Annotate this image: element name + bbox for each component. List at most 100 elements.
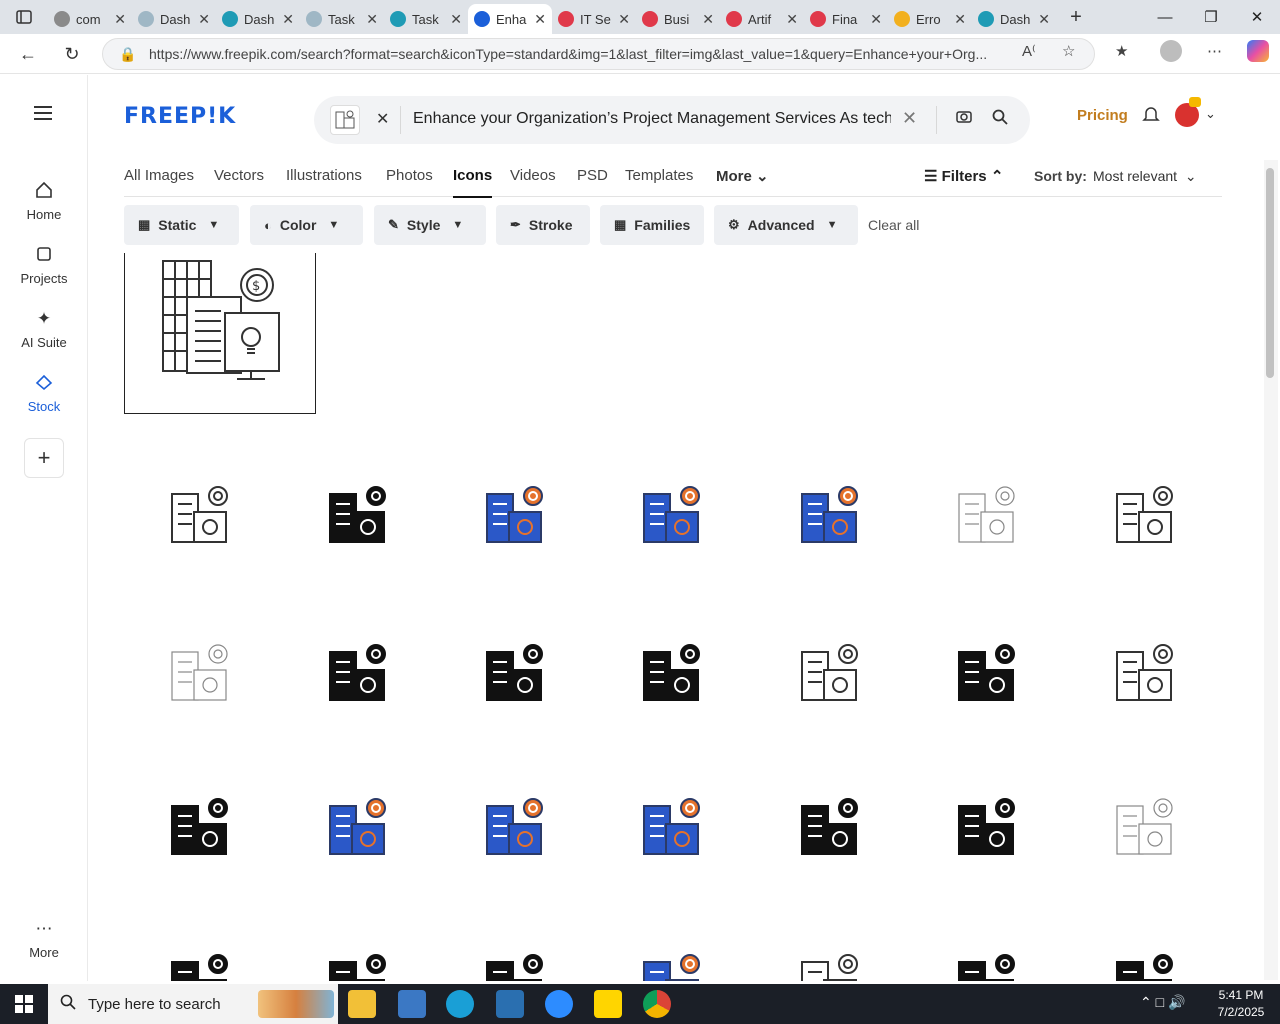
remove-image-icon[interactable]: ✕: [376, 109, 389, 129]
tab-close-icon[interactable]: ✕: [366, 11, 378, 28]
tab-vectors[interactable]: Vectors: [214, 167, 264, 184]
icon-result-card[interactable]: [126, 913, 276, 981]
file-explorer-app-icon[interactable]: [348, 990, 376, 1018]
icon-result-card[interactable]: [598, 913, 748, 981]
chip-families[interactable]: ▦ Families: [600, 205, 704, 245]
browser-tab[interactable]: Dash ✕: [216, 4, 300, 34]
browser-tab[interactable]: IT Se ✕: [552, 4, 636, 34]
filters-button[interactable]: ☰ Filters ⌃: [924, 167, 1003, 185]
sort-dropdown[interactable]: Most relevant ⌄: [1093, 168, 1197, 185]
notification-bell-icon[interactable]: [1142, 105, 1160, 128]
icon-result-card[interactable]: [756, 757, 906, 897]
icon-result-card[interactable]: [1071, 913, 1221, 981]
icon-result-card[interactable]: [441, 603, 591, 743]
tab-illustrations[interactable]: Illustrations: [286, 167, 362, 184]
minimize-button[interactable]: —: [1142, 0, 1188, 34]
snipping-tool-app-icon[interactable]: [398, 990, 426, 1018]
sticky-notes-app-icon[interactable]: [594, 990, 622, 1018]
icon-result-card[interactable]: [126, 445, 276, 585]
back-button[interactable]: ←: [14, 40, 42, 68]
icon-result-card[interactable]: [913, 757, 1063, 897]
browser-tab[interactable]: Erro ✕: [888, 4, 972, 34]
tab-more[interactable]: More ⌄: [716, 167, 769, 185]
search-image-thumbnail[interactable]: [330, 105, 360, 135]
add-button[interactable]: +: [24, 438, 64, 478]
taskbar-search[interactable]: Type here to search: [48, 984, 338, 1024]
close-window-button[interactable]: ✕: [1234, 0, 1280, 34]
icon-result-card[interactable]: [756, 445, 906, 585]
sidebar-item-home[interactable]: Home: [0, 181, 88, 222]
tab-close-icon[interactable]: ✕: [114, 11, 126, 28]
browser-tab[interactable]: Task ✕: [300, 4, 384, 34]
scrollbar-thumb[interactable]: [1266, 168, 1274, 378]
search-bar[interactable]: ✕ Enhance your Organization’s Project Ma…: [314, 96, 1030, 144]
tab-close-icon[interactable]: ✕: [282, 11, 294, 28]
icon-result-card[interactable]: [441, 913, 591, 981]
tab-close-icon[interactable]: ✕: [954, 11, 966, 28]
icon-result-card[interactable]: [284, 445, 434, 585]
chrome-app-icon[interactable]: [643, 990, 671, 1018]
browser-tab[interactable]: Fina ✕: [804, 4, 888, 34]
read-aloud-icon[interactable]: A⁽: [1022, 42, 1036, 60]
tab-close-icon[interactable]: ✕: [702, 11, 714, 28]
refresh-button[interactable]: ↻: [58, 40, 86, 68]
settings-menu-icon[interactable]: ⋯: [1207, 42, 1222, 60]
sidebar-item-stock[interactable]: Stock: [0, 373, 88, 414]
hamburger-menu-icon[interactable]: [34, 105, 54, 126]
icon-result-card[interactable]: [284, 913, 434, 981]
tab-close-icon[interactable]: ✕: [450, 11, 462, 28]
favorite-star-icon[interactable]: ☆: [1062, 42, 1075, 60]
tab-psd[interactable]: PSD: [577, 167, 608, 184]
icon-result-card[interactable]: [913, 913, 1063, 981]
url-field[interactable]: 🔒 https://www.freepik.com/search?format=…: [102, 38, 1095, 70]
browser-tab[interactable]: Enha ✕: [468, 4, 552, 34]
icon-result-card[interactable]: [598, 603, 748, 743]
icon-result-card[interactable]: [441, 757, 591, 897]
taskbar-clock[interactable]: 5:41 PM 7/2/2025: [1210, 987, 1272, 1021]
clear-all-link[interactable]: Clear all: [868, 217, 919, 233]
tab-close-icon[interactable]: ✕: [618, 11, 630, 28]
tab-close-icon[interactable]: ✕: [1038, 11, 1050, 28]
icon-result-card[interactable]: [441, 445, 591, 585]
icon-result-card[interactable]: [756, 913, 906, 981]
search-input[interactable]: Enhance your Organization’s Project Mana…: [413, 110, 891, 128]
chip-advanced[interactable]: ⚙ Advanced ▼: [714, 205, 858, 245]
browser-tab[interactable]: com ✕: [48, 4, 132, 34]
chip-style[interactable]: ✎ Style ▼: [374, 205, 486, 245]
sidebar-item-ai-suite[interactable]: ✦ AI Suite: [0, 309, 88, 350]
tab-photos[interactable]: Photos: [386, 167, 433, 184]
chip-color[interactable]: ◐ Color ▼: [250, 205, 363, 245]
icon-result-card[interactable]: [598, 757, 748, 897]
user-avatar[interactable]: [1175, 97, 1201, 127]
icon-result-card[interactable]: [913, 445, 1063, 585]
icon-result-card[interactable]: [913, 603, 1063, 743]
pricing-link[interactable]: Pricing: [1077, 107, 1128, 124]
chevron-down-icon[interactable]: ⌄: [1205, 106, 1216, 122]
tab-icons[interactable]: Icons: [453, 167, 493, 198]
icon-result-card[interactable]: [598, 445, 748, 585]
browser-tab[interactable]: Artif ✕: [720, 4, 804, 34]
camera-icon[interactable]: [956, 109, 972, 128]
tab-templates[interactable]: Templates: [625, 167, 693, 184]
tab-videos[interactable]: Videos: [510, 167, 556, 184]
icon-result-card[interactable]: [126, 603, 276, 743]
copilot-icon[interactable]: [1247, 40, 1269, 62]
browser-tab[interactable]: Dash ✕: [972, 4, 1056, 34]
icon-result-card[interactable]: [756, 603, 906, 743]
restore-button[interactable]: ❐: [1188, 0, 1234, 34]
start-button[interactable]: [0, 984, 48, 1024]
browser-tab[interactable]: Dash ✕: [132, 4, 216, 34]
icon-result-card[interactable]: [1071, 757, 1221, 897]
chip-static[interactable]: ▦ Static ▼: [124, 205, 239, 245]
icon-result-card[interactable]: [126, 757, 276, 897]
favorites-icon[interactable]: ★: [1115, 42, 1128, 60]
icon-result-card[interactable]: [284, 603, 434, 743]
icon-result-card[interactable]: [284, 757, 434, 897]
edge-app-icon[interactable]: [446, 990, 474, 1018]
tab-close-icon[interactable]: ✕: [534, 11, 546, 28]
browser-tab[interactable]: Busi ✕: [636, 4, 720, 34]
app-icon[interactable]: [496, 990, 524, 1018]
tab-close-icon[interactable]: ✕: [786, 11, 798, 28]
browser-tab[interactable]: Task ✕: [384, 4, 468, 34]
icon-result-card[interactable]: [1071, 445, 1221, 585]
